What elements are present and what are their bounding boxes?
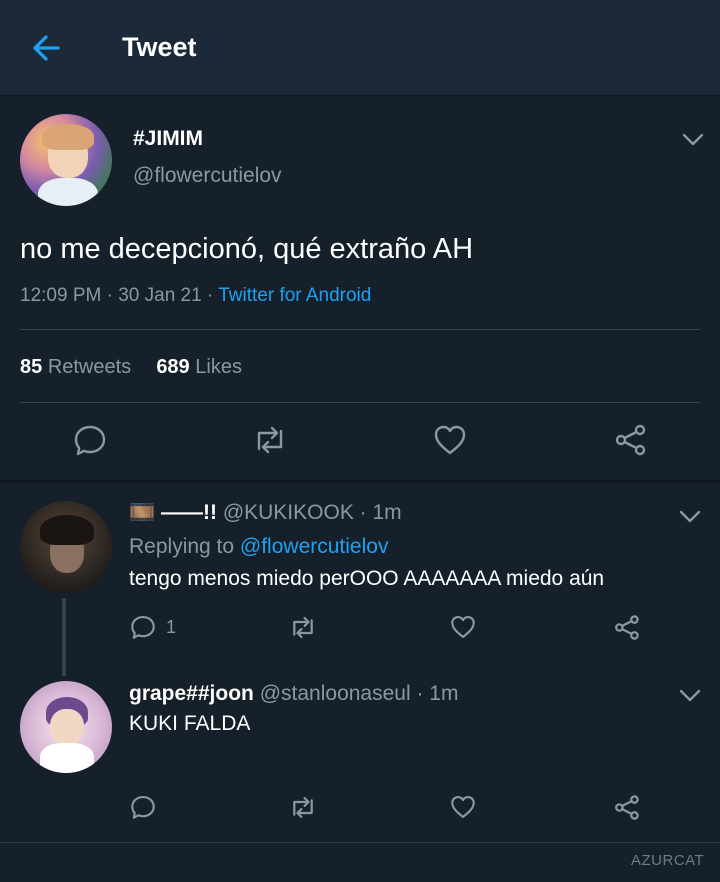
retweets-count[interactable]: 85	[20, 356, 42, 378]
replying-to: Replying to @flowercutielov	[129, 535, 388, 559]
watermark: AZURCAT	[631, 852, 705, 869]
tweet-timestamp: 12:09 PM · 30 Jan 21 · Twitter for Andro…	[20, 285, 371, 307]
reply-count: 1	[166, 617, 177, 637]
reply-text: tengo menos miedo perOOO AAAAAAA miedo a…	[129, 567, 605, 590]
timestamp-text: 12:09 PM · 30 Jan 21 ·	[20, 285, 219, 306]
chevron-down-icon[interactable]	[679, 689, 701, 703]
author-handle[interactable]: @stanloonaseul · 1m	[260, 682, 459, 705]
section-separator	[0, 480, 720, 483]
reply-text: KUKI FALDA	[129, 712, 251, 735]
author-handle[interactable]: @flowercutielov	[133, 164, 282, 188]
divider	[20, 329, 700, 330]
author-name[interactable]: #JIMIM	[133, 127, 203, 151]
thread-line	[62, 598, 66, 676]
share-icon[interactable]	[613, 423, 647, 457]
replying-to-handle[interactable]: @flowercutielov	[240, 535, 389, 558]
chevron-down-icon[interactable]	[682, 133, 704, 147]
retweet-icon[interactable]	[288, 614, 318, 641]
avatar[interactable]	[20, 114, 112, 206]
likes-label[interactable]: Likes	[195, 356, 242, 378]
author-handle[interactable]: @KUKIKOOK · 1m	[223, 501, 402, 524]
replying-prefix: Replying to	[129, 535, 240, 558]
divider	[0, 842, 720, 843]
retweets-label[interactable]: Retweets	[48, 356, 131, 378]
share-icon[interactable]	[613, 794, 640, 821]
reply-icon[interactable]	[73, 423, 107, 457]
likes-count[interactable]: 689	[156, 356, 189, 378]
author-name[interactable]: 🎞️ ——!!	[129, 501, 217, 524]
reply-header: 🎞️ ——!! @KUKIKOOK · 1m	[129, 501, 402, 525]
like-icon[interactable]	[450, 614, 476, 640]
tweet-text: no me decepcionó, qué extraño AH	[20, 233, 474, 265]
top-bar: Tweet	[0, 0, 720, 96]
reply-header: grape##joon @stanloonaseul · 1m	[129, 682, 458, 706]
page-title: Tweet	[122, 32, 197, 62]
avatar[interactable]	[20, 681, 112, 773]
chevron-down-icon[interactable]	[679, 510, 701, 524]
back-arrow-icon[interactable]	[28, 28, 68, 68]
author-name[interactable]: grape##joon	[129, 682, 254, 705]
divider	[20, 402, 700, 403]
retweet-icon[interactable]	[251, 423, 289, 457]
source-link[interactable]: Twitter for Android	[218, 285, 371, 306]
like-icon[interactable]	[433, 423, 467, 457]
avatar[interactable]	[20, 501, 112, 593]
reply-icon[interactable]	[130, 614, 156, 640]
like-icon[interactable]	[450, 794, 476, 820]
retweet-icon[interactable]	[288, 794, 318, 821]
reply-icon[interactable]	[130, 794, 156, 820]
share-icon[interactable]	[613, 614, 640, 641]
engagement-stats: 85 Retweets 689 Likes	[20, 356, 242, 379]
